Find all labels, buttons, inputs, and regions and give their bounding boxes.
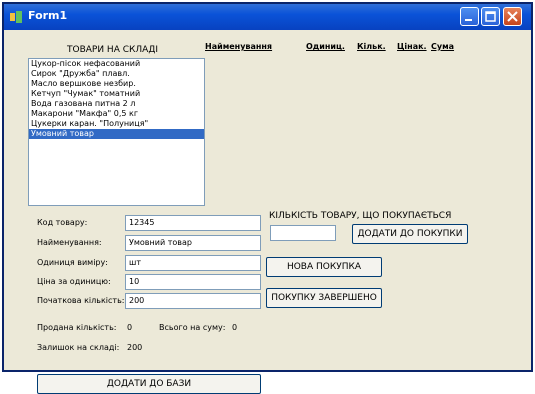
list-item[interactable]: Цукор-пісок нефасований: [29, 59, 204, 69]
code-label: Код товару:: [37, 218, 88, 227]
maximize-icon: [485, 11, 496, 22]
name-field[interactable]: Умовний товар: [125, 235, 261, 251]
unit-label: Одиниця виміру:: [37, 258, 108, 267]
sold-value: 0: [127, 323, 133, 332]
column-header-qty: Кільк.: [357, 42, 386, 51]
title-bar[interactable]: Form1: [4, 4, 531, 30]
column-header-unit: Одиниц.: [306, 42, 345, 51]
unit-field[interactable]: шт: [125, 255, 261, 271]
list-item[interactable]: Кетчуп "Чумак" томатний: [29, 89, 204, 99]
sold-label: Продана кількість:: [37, 323, 117, 332]
initial-qty-label: Початкова кількість:: [37, 296, 125, 305]
total-value: 0: [232, 323, 238, 332]
price-field[interactable]: 10: [125, 274, 261, 290]
name-label: Найменування:: [37, 238, 102, 247]
list-item[interactable]: Макарони "Макфа" 0,5 кг: [29, 109, 204, 119]
purchase-qty-label: КІЛЬКІСТЬ ТОВАРУ, ЩО ПОКУПАЄТЬСЯ: [269, 211, 452, 221]
stock-title: ТОВАРИ НА СКЛАДІ: [67, 45, 159, 55]
minimize-icon: [465, 19, 472, 21]
purchase-qty-field[interactable]: [270, 225, 336, 241]
list-item[interactable]: Масло вершкове незбир.: [29, 79, 204, 89]
add-to-purchase-button[interactable]: ДОДАТИ ДО ПОКУПКИ: [352, 224, 468, 244]
list-item[interactable]: Вода газована питна 2 л: [29, 99, 204, 109]
column-header-price: Цінак.: [397, 42, 427, 51]
remain-label: Залишок на складі:: [37, 343, 120, 352]
add-to-database-button[interactable]: ДОДАТИ ДО БАЗИ: [37, 374, 261, 394]
window-title: Form1: [28, 9, 68, 22]
new-purchase-button[interactable]: НОВА ПОКУПКА: [266, 257, 382, 277]
price-label: Ціна за одиницю:: [37, 277, 111, 286]
maximize-button[interactable]: [481, 7, 500, 26]
stock-listbox[interactable]: Цукор-пісок нефасований Сирок "Дружба" п…: [28, 58, 205, 206]
minimize-button[interactable]: [460, 7, 479, 26]
code-field[interactable]: 12345: [125, 215, 261, 231]
remain-value: 200: [127, 343, 143, 352]
close-button[interactable]: [503, 7, 522, 26]
initial-qty-field[interactable]: 200: [125, 293, 261, 309]
column-header-sum: Сума: [431, 42, 455, 51]
app-icon: [10, 11, 22, 23]
total-label: Всього на суму:: [159, 323, 226, 332]
main-window: Form1 ТОВАРИ НА СКЛАДІ Найменування Один…: [2, 2, 533, 394]
purchase-complete-button[interactable]: ПОКУПКУ ЗАВЕРШЕНО: [266, 288, 382, 308]
list-item[interactable]: Цукерки каран. "Полуниця": [29, 119, 204, 129]
form-client-area: ТОВАРИ НА СКЛАДІ Найменування Одиниц. Кі…: [4, 30, 531, 394]
close-icon: [507, 11, 518, 22]
list-item[interactable]: Сирок "Дружба" плавл.: [29, 69, 204, 79]
column-header-name: Найменування: [205, 42, 273, 51]
list-item-selected[interactable]: Умовний товар: [29, 129, 204, 139]
